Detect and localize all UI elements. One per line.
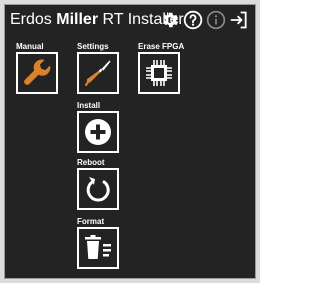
trash-list-icon (85, 235, 111, 259)
settings-button[interactable] (77, 52, 119, 94)
title-bold: Miller (56, 11, 99, 28)
main-panel: Erdos Miller RT Installer Manual Setting… (4, 4, 256, 279)
installer-window: Erdos Miller RT Installer Manual Setting… (0, 0, 260, 283)
screwdriver-icon (84, 60, 111, 87)
chip-icon (146, 60, 172, 86)
exit-icon[interactable] (229, 10, 249, 30)
format-button[interactable] (77, 227, 119, 269)
install-button[interactable] (77, 111, 119, 153)
reboot-button[interactable] (77, 168, 119, 210)
title-normal: Erdos (10, 11, 57, 28)
erase-fpga-button[interactable] (138, 52, 180, 94)
install-label: Install (77, 101, 101, 110)
reboot-label: Reboot (77, 158, 105, 167)
erase-fpga-label: Erase FPGA (138, 42, 185, 51)
help-icon[interactable] (183, 10, 203, 30)
manual-label: Manual (16, 42, 44, 51)
wrench-icon (24, 59, 51, 85)
settings-label: Settings (77, 42, 109, 51)
info-icon[interactable] (206, 10, 226, 30)
reboot-icon (86, 177, 110, 202)
manual-button[interactable] (16, 52, 58, 94)
plus-circle-icon (85, 119, 111, 145)
format-label: Format (77, 217, 105, 226)
gear-icon[interactable] (160, 10, 180, 30)
app-title: Erdos Miller RT Installer (10, 11, 184, 29)
title-bar: Erdos Miller RT Installer (5, 5, 255, 35)
